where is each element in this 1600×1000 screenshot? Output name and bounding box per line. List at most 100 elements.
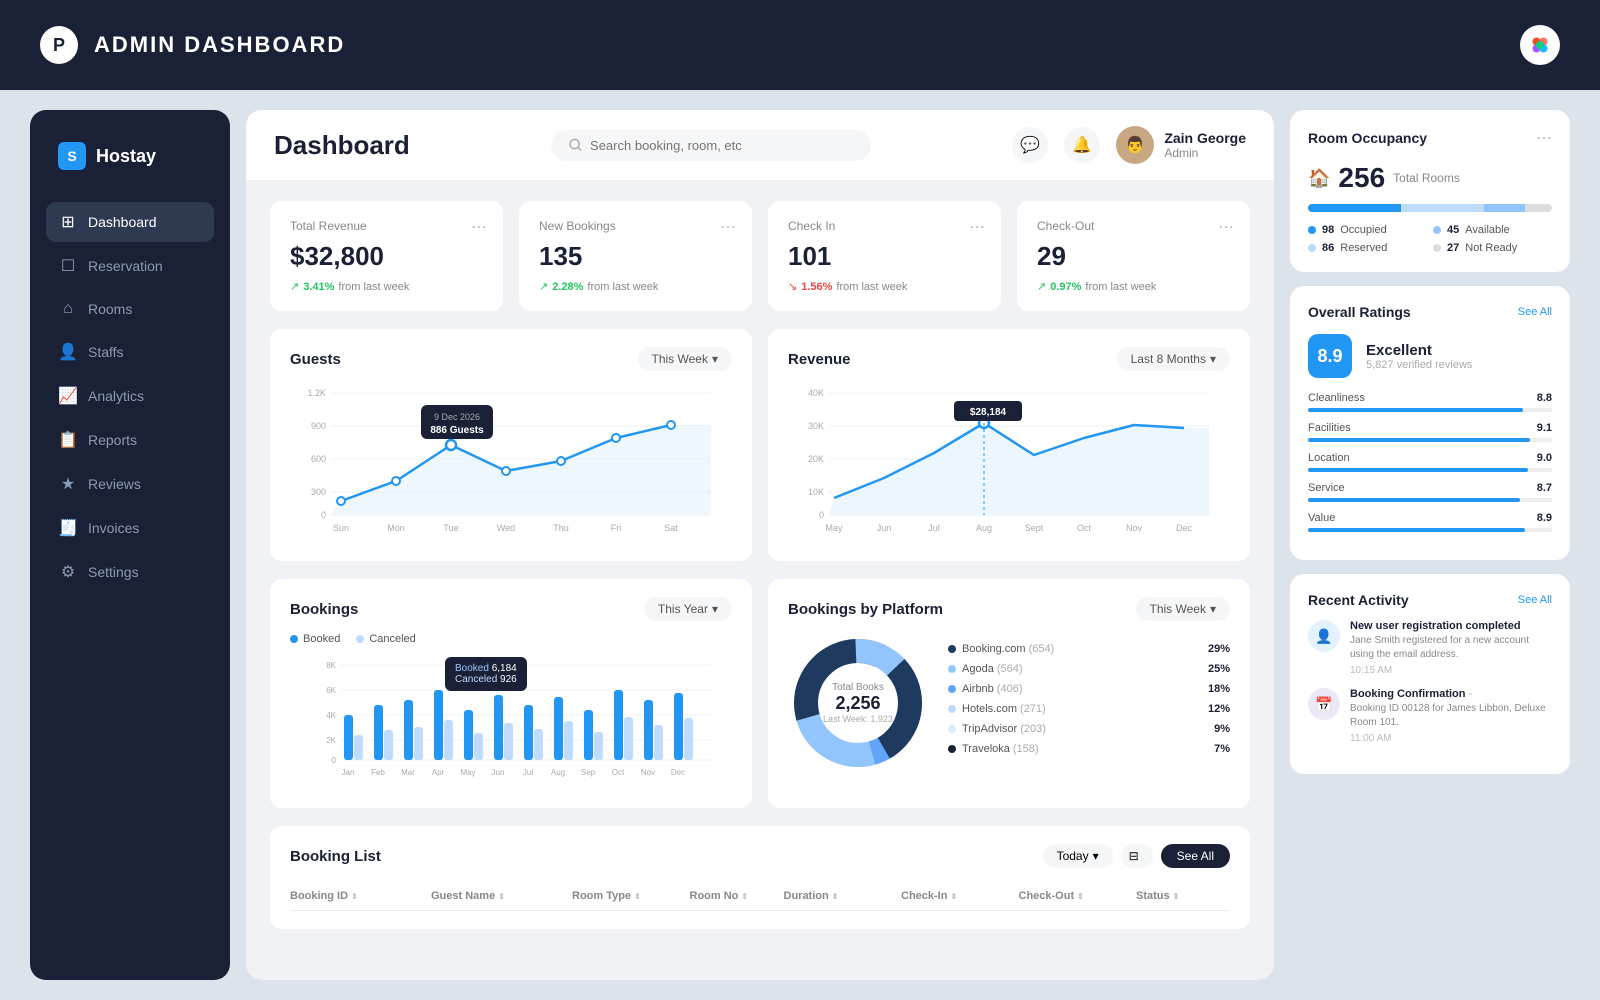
page-title: Dashboard: [274, 130, 410, 161]
sidebar-item-analytics[interactable]: 📈 Analytics: [46, 376, 214, 416]
notification-button[interactable]: 🔔: [1064, 127, 1100, 163]
svg-text:Jun: Jun: [492, 768, 505, 777]
sidebar-item-reviews[interactable]: ★ Reviews: [46, 464, 214, 504]
not-ready-legend: 27 Not Ready: [1433, 242, 1552, 254]
recent-activity-card: Recent Activity See All 👤 New user regis…: [1290, 574, 1570, 774]
sidebar-item-label: Rooms: [88, 301, 132, 317]
user-info: 👨 Zain George Admin: [1116, 126, 1246, 164]
occupancy-progress-bar: [1308, 204, 1552, 212]
svg-text:Oct: Oct: [1077, 523, 1092, 533]
booking-list-card: Booking List Today ▾ ⊟ See All: [270, 826, 1250, 929]
svg-text:Jun: Jun: [877, 523, 892, 533]
stat-menu-dots[interactable]: ⋯: [969, 217, 985, 237]
stat-value: 29: [1037, 241, 1230, 272]
stat-value: 101: [788, 241, 981, 272]
stat-menu-dots[interactable]: ⋯: [720, 217, 736, 237]
sidebar-item-reports[interactable]: 📋 Reports: [46, 420, 214, 460]
donut-total-label: Total Books: [823, 682, 893, 693]
svg-text:6K: 6K: [326, 686, 336, 695]
header-right: 💬 🔔 👨 Zain George Admin: [1012, 126, 1246, 164]
stat-check-out: ⋯ Check-Out 29 ↗ 0.97% from last week: [1017, 201, 1250, 311]
revenue-chart-card: Revenue Last 8 Months ▾: [768, 329, 1250, 561]
stat-label: Total Revenue: [290, 219, 483, 233]
right-panel: Room Occupancy ⋯ 🏠 256 Total Rooms 98 Oc…: [1290, 110, 1570, 980]
svg-text:2K: 2K: [326, 736, 336, 745]
activity-item-time: 10:15 AM: [1350, 665, 1552, 676]
svg-text:0: 0: [321, 510, 326, 520]
stat-check-in: ⋯ Check In 101 ↘ 1.56% from last week: [768, 201, 1001, 311]
rating-row-service: Service 8.7: [1308, 482, 1552, 502]
available-seg: [1484, 204, 1525, 212]
sidebar-item-staffs[interactable]: 👤 Staffs: [46, 332, 214, 372]
platform-filter-button[interactable]: This Week ▾: [1136, 597, 1231, 621]
staffs-icon: 👤: [58, 342, 78, 362]
svg-text:Jul: Jul: [523, 768, 533, 777]
analytics-icon: 📈: [58, 386, 78, 406]
sidebar-item-label: Dashboard: [88, 214, 157, 230]
bookings-filter-button[interactable]: This Year ▾: [644, 597, 732, 621]
bookings-chart-header: Bookings This Year ▾: [290, 597, 732, 621]
svg-text:Aug: Aug: [976, 523, 992, 533]
search-bar[interactable]: [551, 130, 871, 161]
occupancy-legend: 98 Occupied 45 Available 86 Reserved 27 …: [1308, 224, 1552, 254]
activity-item-title: New user registration completed: [1350, 620, 1552, 632]
rating-row-location: Location 9.0: [1308, 452, 1552, 472]
list-item: Booking.com (654) 29%: [948, 643, 1230, 655]
svg-text:8K: 8K: [326, 661, 336, 670]
donut-total-value: 2,256: [823, 693, 893, 714]
svg-text:Sept: Sept: [1025, 523, 1044, 533]
chat-button[interactable]: 💬: [1012, 127, 1048, 163]
guests-chart-card: Guests This Week ▾ 1.: [270, 329, 752, 561]
content-area: Dashboard 💬 🔔 👨 Zain George Admin: [246, 110, 1274, 980]
svg-text:300: 300: [311, 487, 326, 497]
ratings-header: Overall Ratings See All: [1308, 304, 1552, 320]
stat-new-bookings: ⋯ New Bookings 135 ↗ 2.28% from last wee…: [519, 201, 752, 311]
activity-see-all[interactable]: See All: [1518, 594, 1552, 606]
total-rooms-value: 256: [1338, 162, 1385, 194]
occupancy-header: Room Occupancy ⋯: [1308, 128, 1552, 148]
chart-header: Guests This Week ▾: [290, 347, 732, 371]
available-legend: 45 Available: [1433, 224, 1552, 236]
sidebar-item-rooms[interactable]: ⌂ Rooms: [46, 290, 214, 328]
svg-text:10K: 10K: [808, 487, 824, 497]
sidebar-item-label: Reviews: [88, 476, 141, 492]
revenue-filter-button[interactable]: Last 8 Months ▾: [1117, 347, 1230, 371]
stat-menu-dots[interactable]: ⋯: [1218, 217, 1234, 237]
occupancy-title: Room Occupancy: [1308, 130, 1427, 146]
rating-row-cleanliness: Cleanliness 8.8: [1308, 392, 1552, 412]
sidebar-item-dashboard[interactable]: ⊞ Dashboard: [46, 202, 214, 242]
activity-item-time: 11:00 AM: [1350, 733, 1552, 744]
stat-menu-dots[interactable]: ⋯: [471, 217, 487, 237]
svg-text:Sat: Sat: [664, 523, 678, 533]
see-all-booking-button[interactable]: See All: [1161, 844, 1230, 868]
svg-text:0: 0: [819, 510, 824, 520]
svg-text:Dec: Dec: [1176, 523, 1193, 533]
occupancy-dots[interactable]: ⋯: [1536, 128, 1552, 148]
not-ready-seg: [1525, 204, 1552, 212]
rating-row-value: Value 8.9: [1308, 512, 1552, 532]
revenue-chart-title: Revenue: [788, 351, 851, 368]
svg-text:4K: 4K: [326, 711, 336, 720]
svg-text:Aug: Aug: [551, 768, 565, 777]
stat-change: ↗ 3.41% from last week: [290, 280, 483, 293]
ratings-see-all[interactable]: See All: [1518, 306, 1552, 318]
activity-header: Recent Activity See All: [1308, 592, 1552, 608]
top-bar: P ADMIN DASHBOARD: [0, 0, 1600, 90]
svg-text:Apr: Apr: [432, 768, 445, 777]
svg-text:Wed: Wed: [497, 523, 515, 533]
search-input[interactable]: [590, 138, 853, 153]
sidebar-item-reservation[interactable]: ☐ Reservation: [46, 246, 214, 286]
svg-text:Feb: Feb: [371, 768, 385, 777]
sidebar-brand: S Hostay: [46, 134, 214, 178]
svg-text:Fri: Fri: [611, 523, 622, 533]
sidebar-item-settings[interactable]: ⚙ Settings: [46, 552, 214, 592]
rooms-icon: ⌂: [58, 300, 78, 318]
guests-filter-button[interactable]: This Week ▾: [638, 347, 733, 371]
today-filter-button[interactable]: Today ▾: [1043, 844, 1113, 868]
activity-title: Recent Activity: [1308, 592, 1409, 608]
sidebar-item-invoices[interactable]: 🧾 Invoices: [46, 508, 214, 548]
donut-container: Total Books 2,256 Last Week: 1,923 Booki…: [788, 633, 1230, 773]
filter-icon-button[interactable]: ⊟: [1121, 844, 1153, 868]
rating-review-count: 5,827 verified reviews: [1366, 359, 1472, 371]
sidebar: S Hostay ⊞ Dashboard ☐ Reservation ⌂ Roo…: [30, 110, 230, 980]
